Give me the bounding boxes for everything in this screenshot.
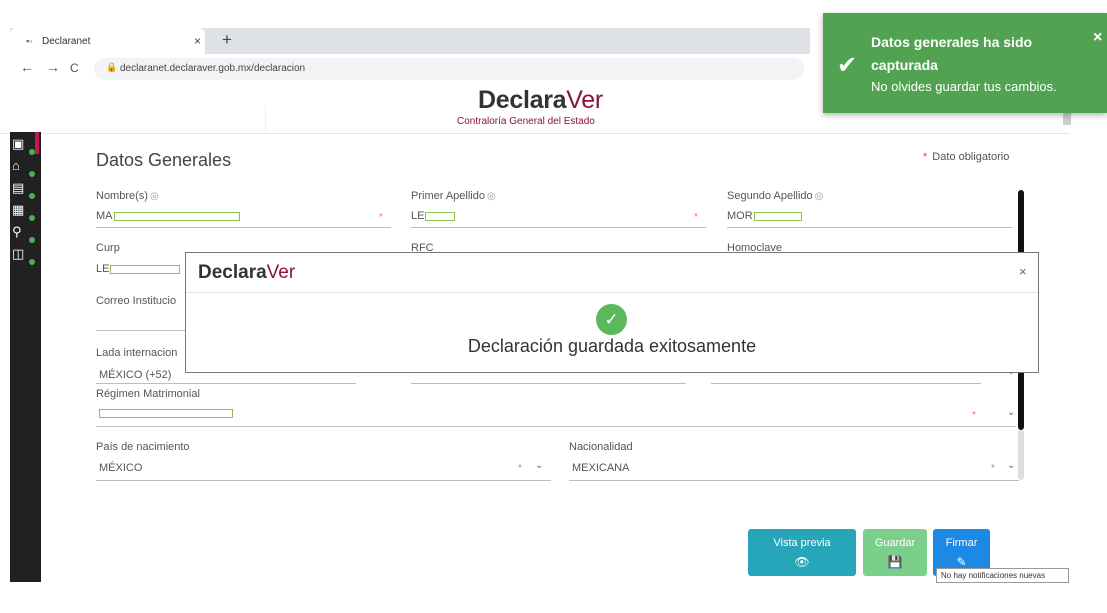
primer-apellido-label: Primer Apellido ◎: [411, 190, 496, 202]
section-title: Datos Generales: [96, 150, 232, 170]
segundo-apellido-label: Segundo Apellido ◎: [727, 190, 824, 202]
correo-underline: [96, 330, 186, 331]
pais-label: País de nacimiento: [96, 441, 190, 453]
required-star: *: [694, 212, 698, 223]
curp-input[interactable]: LE: [96, 263, 181, 275]
sidebar-active-marker: [35, 132, 39, 154]
required-star: *: [991, 463, 995, 474]
correo-label: Correo Institucio: [96, 295, 177, 307]
primer-apellido-input[interactable]: LE: [411, 210, 456, 222]
toast-message: No olvides guardar tus cambios.: [871, 79, 1057, 94]
browser-navbar: ← → C 🔒 declaranet.declaraver.gob.mx/dec…: [10, 56, 810, 82]
brand-subtitle: Contraloría General del Estado: [457, 116, 595, 127]
tab-close-icon[interactable]: ×: [194, 34, 201, 48]
tab-title: Declaranet: [42, 36, 91, 47]
segundo-apellido-input[interactable]: MOR: [727, 210, 802, 222]
status-dot: [29, 193, 35, 199]
nombre-input[interactable]: MA: [96, 210, 240, 222]
pais-select[interactable]: MÉXICO: [99, 462, 142, 474]
status-dot: [29, 171, 35, 177]
address-bar[interactable]: 🔒 declaranet.declaraver.gob.mx/declaraci…: [94, 58, 804, 80]
header-scroll-edge: [1063, 113, 1071, 125]
required-note: * Dato obligatorio: [923, 151, 1010, 163]
nacionalidad-underline: [569, 480, 1019, 481]
chevron-down-icon[interactable]: ⌄: [1007, 460, 1015, 471]
preview-button[interactable]: Vista previa 👁: [748, 529, 856, 576]
nacionalidad-label: Nacionalidad: [569, 441, 633, 453]
regimen-underline: [96, 426, 1016, 427]
scrollbar-track[interactable]: [1018, 430, 1024, 480]
back-icon[interactable]: ←: [20, 59, 34, 75]
chevron-down-icon[interactable]: ⌄: [535, 460, 543, 471]
ext-underline: [711, 383, 981, 384]
browser-tabstrip: ▪▫ Declaranet × +: [10, 28, 810, 56]
regimen-label: Régimen Matrimonial: [96, 388, 200, 400]
help-icon: ◎: [486, 191, 496, 202]
close-icon[interactable]: ×: [1019, 264, 1027, 279]
sign-label: Firmar: [945, 537, 978, 549]
phone-underline: [411, 383, 686, 384]
success-modal: DeclaraVer × ✓ Declaración guardada exit…: [185, 252, 1039, 373]
save-button[interactable]: Guardar 💾: [863, 529, 927, 576]
new-tab-icon[interactable]: +: [222, 30, 232, 50]
save-label: Guardar: [874, 537, 916, 549]
pais-underline: [96, 480, 551, 481]
brand-logo: DeclaraVer: [478, 86, 603, 114]
required-star: *: [379, 212, 383, 223]
close-icon[interactable]: ×: [1093, 29, 1102, 47]
regimen-select[interactable]: [98, 407, 233, 419]
modal-message: Declaración guardada exitosamente: [467, 336, 757, 356]
lada-select[interactable]: MÉXICO (+52): [99, 369, 171, 381]
toast-notification[interactable]: ✔ Datos generales ha sido capturada No o…: [823, 13, 1107, 113]
required-star: *: [972, 410, 976, 421]
preview-label: Vista previa: [773, 537, 831, 549]
header-divider: [265, 106, 266, 134]
lada-label: Lada internacion: [96, 347, 178, 359]
primer-apellido-underline: [411, 227, 706, 228]
nombre-label: Nombre(s) ◎: [96, 190, 159, 202]
floppy-icon: 💾: [887, 555, 903, 569]
notifications-tooltip: No hay notificaciones nuevas: [936, 568, 1069, 583]
lock-icon: 🔒: [106, 62, 118, 72]
chevron-down-icon[interactable]: ⌄: [1007, 407, 1015, 418]
status-dot: [29, 237, 35, 243]
curp-label: Curp: [96, 242, 120, 254]
status-dot: [29, 215, 35, 221]
favicon-icon: ▪▫: [26, 36, 33, 46]
status-dot: [29, 259, 35, 265]
segundo-apellido-underline: [727, 227, 1012, 228]
modal-brand-logo: DeclaraVer: [198, 262, 296, 283]
url-text: declaranet.declaraver.gob.mx/declaracion: [120, 63, 306, 74]
nacionalidad-select[interactable]: MEXICANA: [572, 462, 629, 474]
help-icon: ◎: [149, 191, 159, 202]
check-circle-icon: ✓: [596, 304, 627, 335]
forward-icon[interactable]: →: [46, 59, 60, 75]
toast-title: Datos generales ha sido capturada: [871, 34, 1033, 73]
pen-icon: ✎: [956, 555, 967, 569]
required-star: *: [518, 463, 522, 474]
help-icon: ◎: [814, 191, 824, 202]
modal-header: DeclaraVer ×: [186, 253, 1038, 293]
eye-icon: 👁: [794, 555, 810, 569]
lada-underline: [96, 383, 356, 384]
reload-icon[interactable]: C: [70, 61, 79, 75]
browser-tab[interactable]: ▪▫ Declaranet ×: [10, 28, 205, 56]
nombre-underline: [96, 227, 391, 228]
check-icon: ✔: [837, 52, 858, 79]
sidebar: ▣ ⌂ ▤ ▦ ⚲ ◫: [10, 132, 41, 582]
